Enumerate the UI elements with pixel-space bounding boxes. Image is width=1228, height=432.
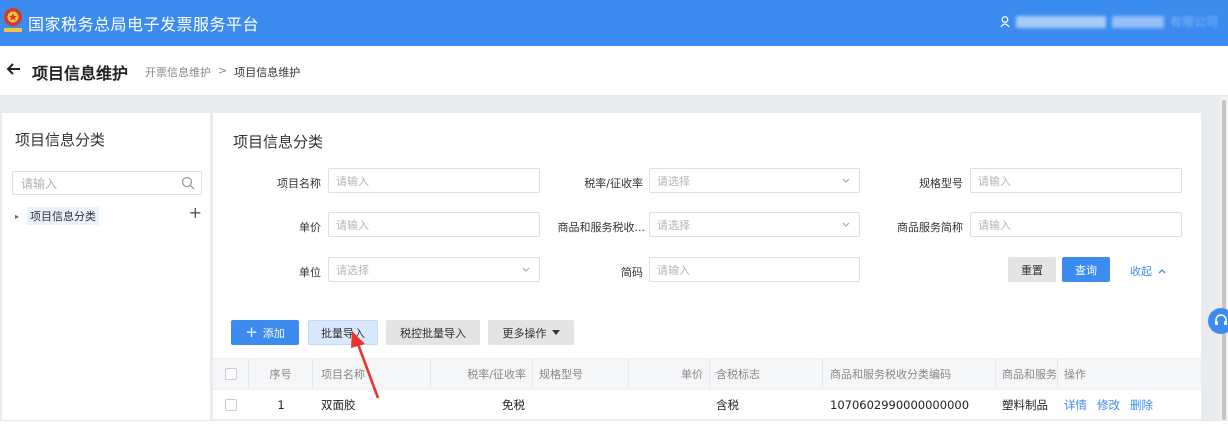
- headset-icon: [1215, 314, 1227, 325]
- more-actions-dropdown[interactable]: 更多操作: [488, 320, 574, 345]
- plus-icon: +: [245, 323, 258, 341]
- abbr-code-input[interactable]: 请输入: [649, 257, 860, 282]
- breadcrumb: 开票信息维护 > 项目信息维护: [145, 64, 300, 80]
- tree-node-row[interactable]: ▸ 项目信息分类 +: [12, 203, 202, 227]
- user-company-suffix: 有限公司: [1169, 15, 1218, 29]
- tax-code-select[interactable]: 请选择: [649, 212, 860, 237]
- row-category: 塑料制品: [1002, 397, 1048, 412]
- sidebar-title: 项目信息分类: [15, 131, 106, 149]
- name-label: 项目名称: [277, 177, 321, 190]
- national-emblem-icon: [4, 8, 22, 32]
- breadcrumb-item-current: 项目信息维护: [234, 66, 301, 79]
- tree-node-label[interactable]: 项目信息分类: [27, 207, 100, 225]
- tax-rate-select[interactable]: 请选择: [649, 168, 860, 193]
- reset-button[interactable]: 重置: [1008, 257, 1056, 282]
- row-checkbox[interactable]: [225, 398, 237, 411]
- tax-code-placeholder: 请选择: [657, 218, 690, 232]
- page-header: 项目信息维护 开票信息维护 > 项目信息维护: [0, 46, 1228, 96]
- price-placeholder: 请输入: [336, 218, 369, 232]
- breadcrumb-separator: >: [218, 64, 228, 77]
- row-spec: [533, 390, 629, 419]
- tax-rate-placeholder: 请选择: [657, 174, 690, 188]
- spec-input[interactable]: 请输入: [970, 168, 1182, 193]
- row-tax-code: 1070602990000000000: [830, 397, 970, 412]
- tax-control-batch-import-button[interactable]: 税控批量导入: [386, 320, 480, 345]
- row-tax-rate: 免税: [502, 397, 525, 412]
- unit-label: 单位: [299, 266, 321, 279]
- row-tax-flag: 含税: [716, 397, 739, 412]
- bottom-strip: [0, 420, 1228, 432]
- scrollbar-thumb[interactable]: [1222, 100, 1226, 420]
- short-name-input[interactable]: 请输入: [970, 212, 1182, 237]
- user-menu[interactable]: 有限公司: [1000, 13, 1218, 30]
- add-button-label: 添加: [262, 326, 285, 340]
- col-spec: 规格型号: [533, 359, 629, 389]
- edit-link[interactable]: 修改: [1097, 397, 1120, 413]
- arrow-left-icon[interactable]: [6, 60, 22, 78]
- name-placeholder: 请输入: [336, 174, 369, 188]
- user-name-redacted: [1015, 15, 1106, 28]
- select-all-checkbox[interactable]: [224, 368, 237, 380]
- row-index: 1: [277, 397, 285, 412]
- spec-placeholder: 请输入: [978, 174, 1011, 188]
- name-input[interactable]: 请输入: [328, 168, 540, 193]
- add-category-icon[interactable]: +: [189, 203, 202, 222]
- more-actions-label: 更多操作: [502, 326, 547, 340]
- short-name-label: 商品服务简称: [897, 221, 963, 234]
- breadcrumb-item-invoice-info[interactable]: 开票信息维护: [145, 64, 211, 80]
- spec-label: 规格型号: [919, 177, 963, 190]
- sidebar-search-placeholder: 请输入: [21, 176, 58, 191]
- user-icon: [1000, 15, 1010, 27]
- row-select-cell: [213, 390, 249, 419]
- short-name-placeholder: 请输入: [978, 218, 1011, 232]
- company-name-redacted: [1111, 15, 1164, 28]
- support-button[interactable]: [1208, 308, 1228, 334]
- add-button[interactable]: + 添加: [231, 320, 299, 345]
- chevron-down-icon: [842, 178, 850, 183]
- query-button[interactable]: 查询: [1062, 257, 1110, 282]
- price-input[interactable]: 请输入: [328, 212, 540, 237]
- col-tax-rate: 税率/征收率: [431, 359, 533, 389]
- sidebar-search-input[interactable]: 请输入: [12, 171, 202, 195]
- tax-code-label: 商品和服务税收...: [557, 221, 646, 234]
- col-tax-code: 商品和服务税收分类编码: [823, 359, 996, 389]
- col-index: 序号: [249, 359, 313, 389]
- col-price: 单价: [629, 359, 710, 389]
- col-category: 商品和服务: [996, 359, 1058, 389]
- row-price: [629, 390, 710, 419]
- app-title: 国家税务总局电子发票服务平台: [28, 15, 260, 34]
- collapse-toggle[interactable]: 收起: [1130, 263, 1167, 279]
- chevron-up-icon: [1158, 269, 1166, 274]
- collapse-label: 收起: [1130, 265, 1152, 278]
- detail-link[interactable]: 详情: [1064, 397, 1087, 413]
- tax-rate-label: 税率/征收率: [584, 177, 643, 190]
- vertical-scrollbar[interactable]: [1220, 96, 1228, 432]
- caret-down-icon: [551, 329, 560, 335]
- col-tax-flag: 含税标志: [710, 359, 823, 389]
- main-title: 项目信息分类: [233, 133, 324, 151]
- annotation-arrow: [351, 331, 380, 399]
- search-icon[interactable]: [181, 176, 195, 190]
- chevron-down-icon: [522, 267, 530, 272]
- price-label: 单价: [299, 221, 321, 234]
- abbr-code-label: 简码: [621, 266, 643, 279]
- category-sidebar: 项目信息分类 请输入 ▸ 项目信息分类 +: [2, 113, 210, 432]
- caret-right-icon[interactable]: ▸: [15, 212, 19, 221]
- col-actions: 操作: [1064, 368, 1086, 381]
- row-actions: 详情 修改 删除: [1058, 390, 1201, 419]
- page-title: 项目信息维护: [32, 64, 129, 83]
- delete-link[interactable]: 删除: [1130, 397, 1153, 413]
- top-bar: 国家税务总局电子发票服务平台 有限公司: [0, 0, 1228, 46]
- unit-select[interactable]: 请选择: [328, 257, 540, 282]
- unit-placeholder: 请选择: [336, 263, 369, 277]
- chevron-down-icon: [842, 222, 850, 227]
- select-all-cell: [213, 359, 249, 389]
- abbr-code-placeholder: 请输入: [657, 263, 690, 277]
